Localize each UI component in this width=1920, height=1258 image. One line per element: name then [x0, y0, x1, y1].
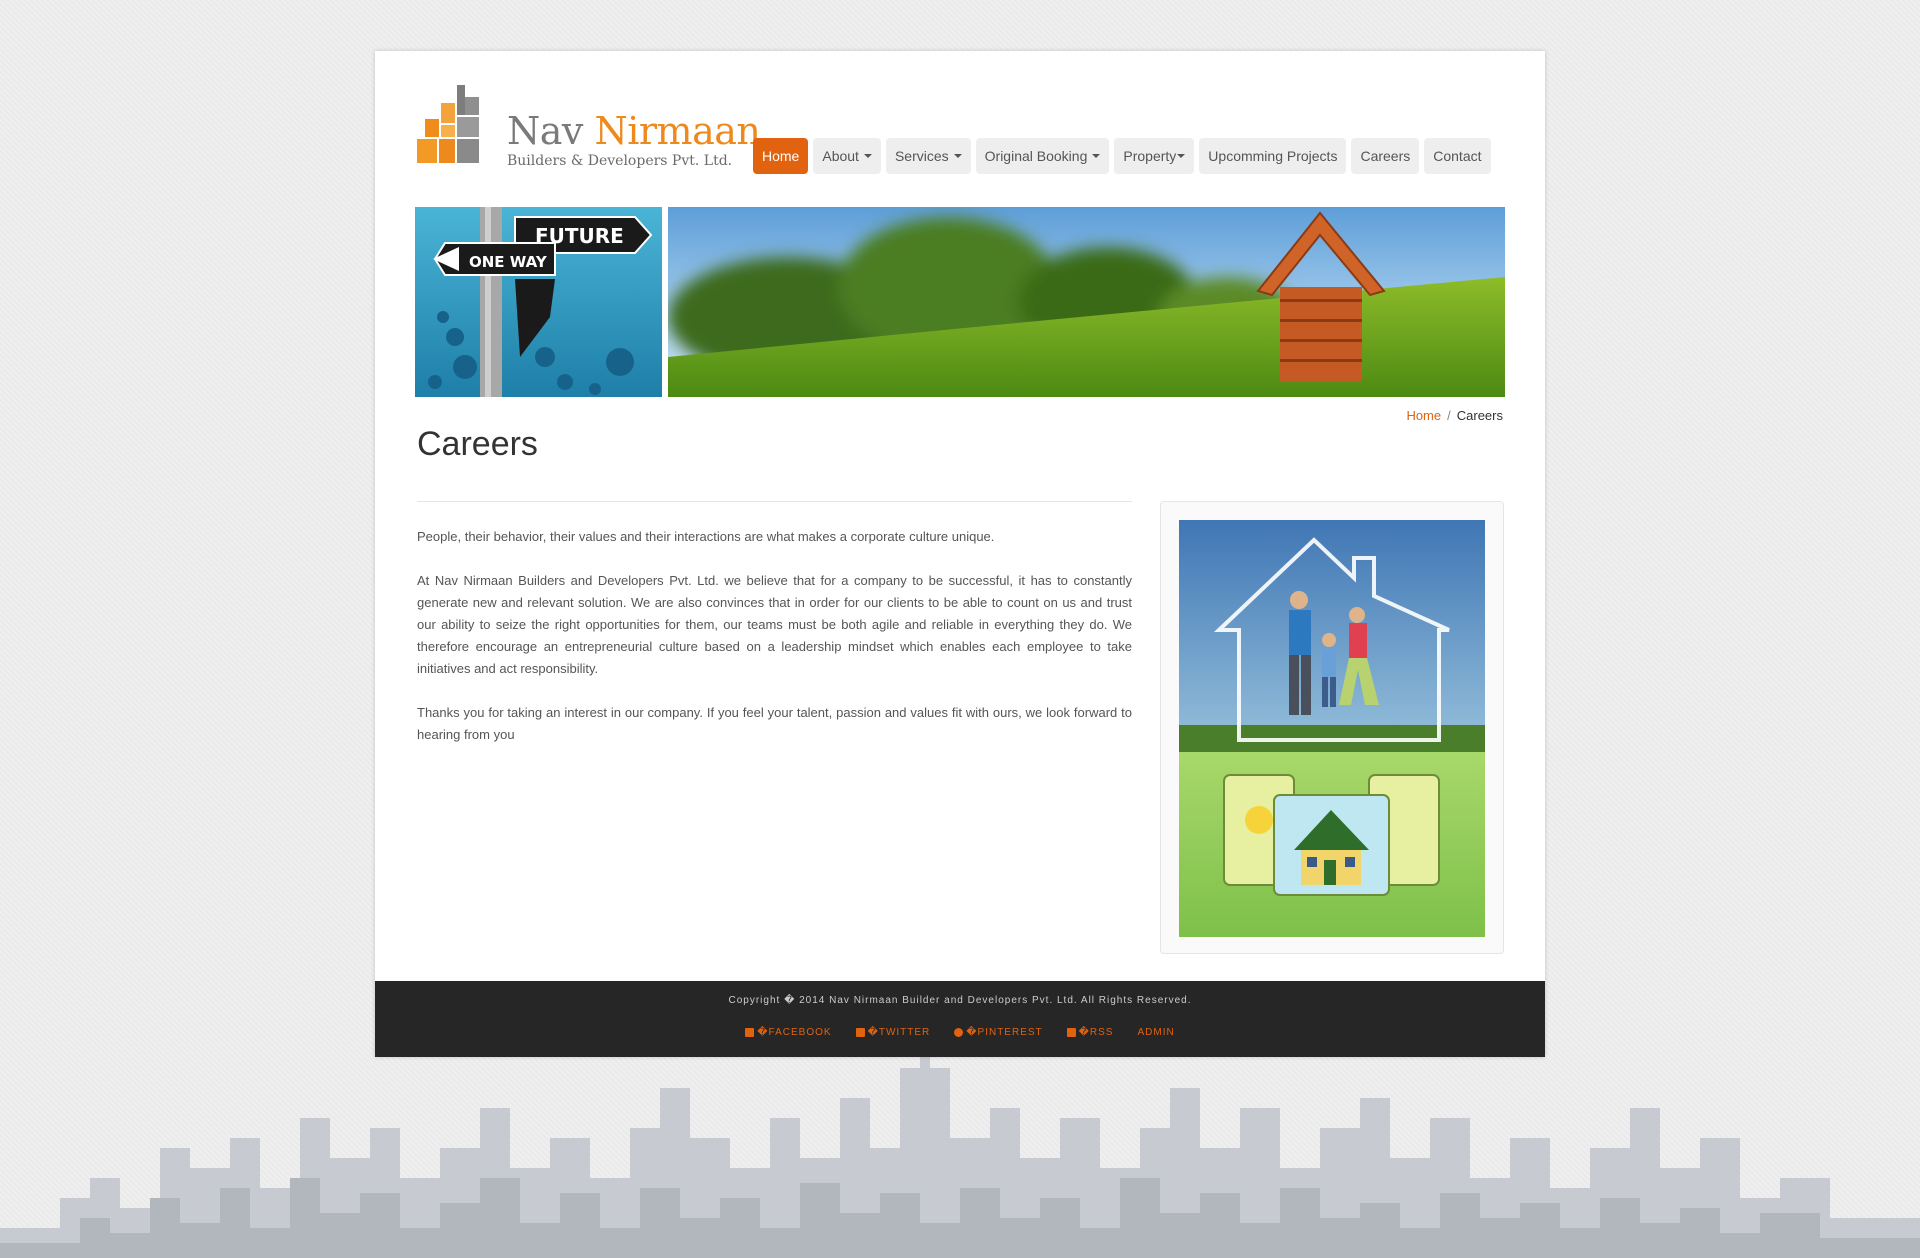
- site-logo[interactable]: Nav Nirmaan Builders & Developers Pvt. L…: [415, 81, 761, 181]
- content-paragraph: At Nav Nirmaan Builders and Developers P…: [417, 573, 1132, 676]
- city-skyline-decoration: [0, 1048, 1920, 1258]
- nav-upcoming-projects-label: Upcomming Projects: [1208, 148, 1338, 164]
- rss-link[interactable]: �RSS: [1066, 1027, 1114, 1038]
- nav-home[interactable]: Home: [753, 138, 809, 174]
- banner-sign-one-way: ONE WAY: [469, 253, 548, 271]
- breadcrumb-home-link[interactable]: Home: [1406, 408, 1441, 423]
- nav-about[interactable]: About: [813, 138, 881, 174]
- logo-tagline: Builders & Developers Pvt. Ltd.: [507, 153, 733, 169]
- caret-down-icon: [1092, 154, 1101, 158]
- twitter-icon: [855, 1028, 865, 1037]
- footer-social-links: �FACEBOOK �TWITTER �PINTEREST �RSS ADMIN: [375, 1027, 1545, 1038]
- breadcrumb: Home / Careers: [1406, 408, 1503, 423]
- facebook-icon: [745, 1028, 755, 1037]
- content-paragraph: People, their behavior, their values and…: [417, 529, 995, 544]
- admin-link-label: ADMIN: [1137, 1027, 1175, 1038]
- nav-upcoming-projects[interactable]: Upcomming Projects: [1199, 138, 1347, 174]
- twitter-link-label: �TWITTER: [867, 1027, 931, 1038]
- family-house-image: [1179, 520, 1485, 937]
- facebook-link-label: �FACEBOOK: [757, 1027, 832, 1038]
- main-navigation: Home About Services Original Booking Pro…: [753, 138, 1491, 174]
- content-paragraph: Thanks you for taking an interest in our…: [417, 705, 1132, 742]
- careers-content: People, their behavior, their values and…: [417, 501, 1132, 768]
- banner-signpost-image: FUTURE ONE WAY: [415, 207, 662, 397]
- nav-contact[interactable]: Contact: [1424, 138, 1491, 174]
- admin-link[interactable]: ADMIN: [1137, 1027, 1174, 1038]
- nav-careers[interactable]: Careers: [1351, 138, 1420, 174]
- nav-property-label: Property: [1123, 148, 1177, 164]
- page-title: Careers: [417, 425, 538, 463]
- sidebar-image-box: [1160, 501, 1504, 954]
- rss-link-label: �RSS: [1078, 1027, 1114, 1038]
- nav-original-booking-label: Original Booking: [984, 148, 1088, 164]
- pinterest-icon: [954, 1028, 964, 1037]
- site-footer: Copyright � 2014 Nav Nirmaan Builder and…: [375, 981, 1545, 1057]
- main-container: Nav Nirmaan Builders & Developers Pvt. L…: [375, 51, 1545, 1057]
- nav-contact-label: Contact: [1433, 148, 1482, 164]
- footer-copyright: Copyright � 2014 Nav Nirmaan Builder and…: [728, 995, 1192, 1006]
- breadcrumb-current: Careers: [1456, 408, 1503, 423]
- facebook-link[interactable]: �FACEBOOK: [745, 1027, 831, 1038]
- nav-home-label: Home: [762, 148, 800, 164]
- logo-blocks-icon: [417, 85, 479, 163]
- nav-services[interactable]: Services: [885, 138, 971, 174]
- nav-about-label: About: [822, 148, 859, 164]
- caret-down-icon: [1177, 154, 1186, 158]
- caret-down-icon: [863, 154, 872, 158]
- pinterest-link[interactable]: �PINTEREST: [954, 1027, 1042, 1038]
- breadcrumb-separator: /: [1447, 408, 1451, 423]
- logo-name: Nav Nirmaan: [507, 109, 761, 153]
- nav-services-label: Services: [894, 148, 949, 164]
- caret-down-icon: [953, 154, 962, 158]
- rss-icon: [1066, 1028, 1076, 1037]
- banner-house-image: [668, 207, 1505, 397]
- nav-property[interactable]: Property: [1114, 138, 1195, 174]
- pinterest-link-label: �PINTEREST: [966, 1027, 1043, 1038]
- twitter-link[interactable]: �TWITTER: [855, 1027, 931, 1038]
- nav-careers-label: Careers: [1360, 148, 1411, 164]
- nav-original-booking[interactable]: Original Booking: [975, 138, 1110, 174]
